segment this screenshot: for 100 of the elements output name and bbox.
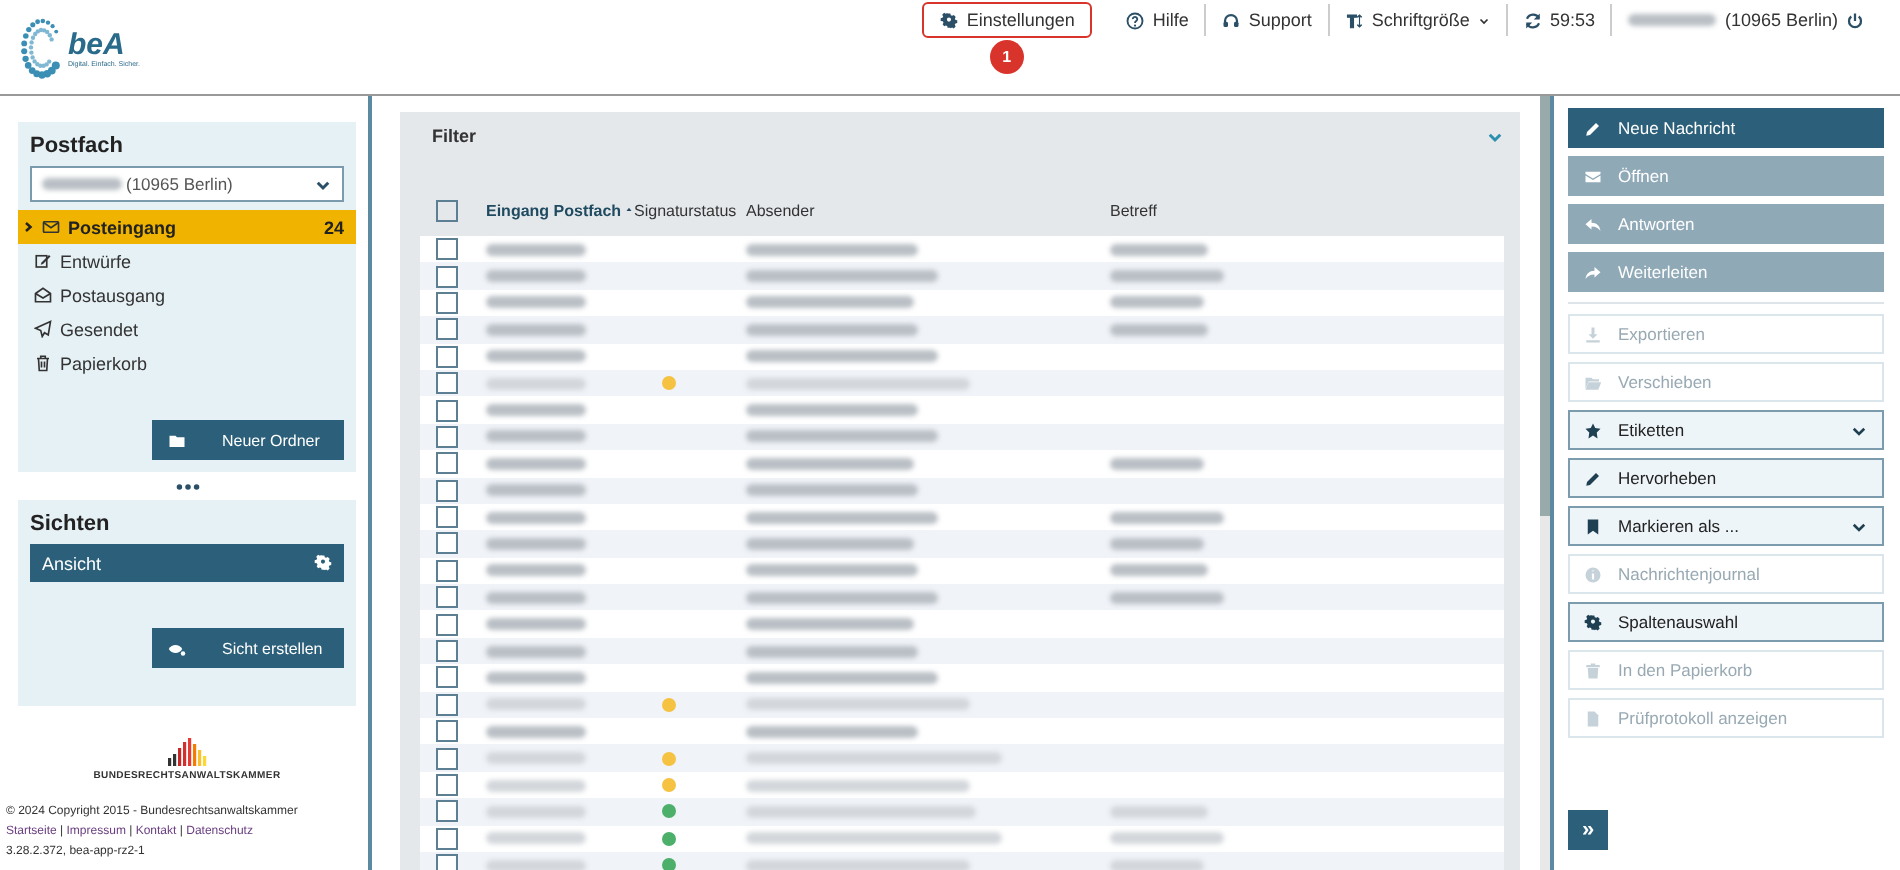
redacted-text [486, 350, 586, 363]
redacted-text [486, 511, 586, 524]
row-checkbox[interactable] [436, 399, 458, 422]
nav-label: (10965 Berlin) [1724, 10, 1838, 30]
table-row[interactable] [420, 289, 1504, 317]
row-checkbox[interactable] [436, 291, 458, 314]
table-row[interactable] [420, 718, 1504, 745]
column-header[interactable]: Betreff [1110, 201, 1157, 219]
folder-item[interactable]: Postausgang [18, 278, 356, 312]
envelope-icon [42, 218, 60, 236]
row-checkbox[interactable] [436, 559, 458, 582]
table-row[interactable] [420, 236, 1504, 263]
row-checkbox[interactable] [436, 265, 458, 288]
filter-title: Filter [432, 126, 477, 146]
forward-icon [1584, 263, 1602, 281]
redacted-text [486, 457, 586, 470]
nav-label: Hilfe [1152, 10, 1189, 30]
folder-item[interactable]: Entwürfe [18, 244, 356, 278]
paper-plane-icon [34, 320, 52, 338]
nav-link[interactable]: Schriftgröße [1329, 4, 1508, 36]
row-checkbox[interactable] [436, 506, 458, 529]
redacted-text [486, 377, 586, 390]
table-row[interactable] [420, 610, 1504, 638]
headset-icon [1222, 11, 1241, 29]
trash-icon [34, 354, 52, 372]
table-row[interactable] [420, 503, 1504, 531]
star-icon [1584, 421, 1602, 439]
edit-icon [34, 252, 52, 270]
new-folder-button[interactable]: Neuer Ordner [152, 420, 344, 460]
panel-title: Sichten [30, 512, 112, 536]
select-all-checkbox[interactable] [436, 199, 458, 221]
redacted-text [486, 725, 586, 738]
folder-item[interactable]: Papierkorb [18, 346, 356, 380]
redacted-text [486, 296, 586, 309]
column-header[interactable]: Eingang Postfach [458, 201, 634, 219]
panel-title: Postfach [30, 134, 125, 158]
folder-item[interactable]: Gesendet [18, 312, 356, 346]
pencil-icon [1584, 469, 1602, 487]
redacted-text [486, 645, 586, 658]
row-checkbox[interactable] [436, 479, 458, 502]
mailbox-dropdown[interactable]: (10965 Berlin) [30, 166, 344, 202]
redacted-text [486, 832, 586, 845]
redacted-text [486, 564, 586, 577]
nav-link[interactable]: Support [1206, 4, 1330, 36]
resize-handle-icon [175, 478, 199, 496]
row-checkbox[interactable] [436, 452, 458, 475]
row-checkbox[interactable] [436, 693, 458, 716]
column-header[interactable]: Absender [746, 201, 1110, 219]
row-checkbox[interactable] [436, 586, 458, 609]
view-item[interactable]: Ansicht [30, 544, 344, 582]
action-button[interactable]: Markieren als ... [1568, 506, 1884, 546]
row-checkbox[interactable] [436, 238, 458, 261]
nav-link[interactable]: (10965 Berlin) [1612, 4, 1880, 36]
redacted-text [486, 671, 586, 684]
row-checkbox[interactable] [436, 640, 458, 663]
action-button[interactable]: Etiketten [1568, 410, 1884, 450]
redacted-text [486, 243, 586, 256]
row-checkbox[interactable] [436, 747, 458, 770]
row-checkbox[interactable] [436, 720, 458, 743]
table-row[interactable] [420, 664, 1504, 692]
table-row[interactable] [420, 637, 1504, 665]
table-row[interactable] [420, 343, 1504, 370]
table-row[interactable] [420, 584, 1504, 611]
redacted-text [486, 430, 586, 443]
row-checkbox[interactable] [436, 345, 458, 368]
row-checkbox[interactable] [436, 532, 458, 555]
action-button[interactable]: Neue Nachricht [1568, 108, 1884, 148]
row-checkbox[interactable] [436, 854, 458, 870]
table-row[interactable] [420, 423, 1504, 451]
table-row[interactable] [420, 450, 1504, 478]
redacted-text [486, 618, 586, 631]
table-row[interactable] [420, 396, 1504, 424]
row-checkbox[interactable] [436, 318, 458, 341]
row-checkbox[interactable] [436, 774, 458, 796]
action-button[interactable]: Spaltenauswahl [1568, 602, 1884, 642]
create-view-button[interactable]: Sicht erstellen [152, 628, 344, 668]
row-checkbox[interactable] [436, 666, 458, 689]
power-icon [1846, 11, 1864, 29]
row-checkbox[interactable] [436, 372, 458, 395]
nav-link[interactable]: 59:53 [1507, 4, 1613, 36]
nav-label: Einstellungen [966, 10, 1075, 30]
column-header[interactable]: Signaturstatus [634, 201, 746, 219]
row-checkbox[interactable] [436, 425, 458, 448]
settings-icon [940, 11, 959, 29]
table-row[interactable] [420, 477, 1504, 504]
redacted-text [486, 805, 586, 818]
row-checkbox[interactable] [436, 613, 458, 636]
table-row[interactable] [420, 557, 1504, 585]
scrollbar[interactable] [1540, 96, 1550, 870]
folder-item[interactable]: Posteingang 24 [18, 210, 356, 244]
nav-link[interactable]: Hilfe [1110, 4, 1207, 36]
info-icon [1584, 565, 1602, 583]
row-checkbox[interactable] [436, 827, 458, 850]
expand-button[interactable]: » [1568, 810, 1608, 850]
action-button[interactable]: Hervorheben [1568, 458, 1884, 498]
redacted-text [486, 537, 586, 550]
eye-icon [168, 639, 186, 657]
row-checkbox[interactable] [436, 800, 458, 823]
nav-label: Support [1248, 10, 1312, 30]
unread-count: 24 [323, 217, 344, 237]
